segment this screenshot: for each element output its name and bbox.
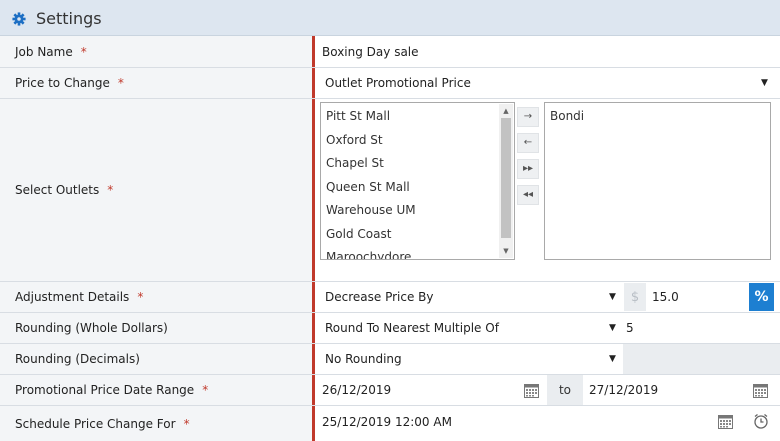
- date-from-input[interactable]: 26/12/2019: [322, 375, 391, 405]
- required-marker: *: [80, 44, 87, 59]
- move-left-button[interactable]: ←: [517, 133, 539, 153]
- date-range-separator: to: [547, 375, 583, 405]
- list-item[interactable]: Chapel St: [326, 156, 384, 170]
- move-right-button[interactable]: →: [517, 107, 539, 127]
- chevron-down-icon: ▼: [609, 354, 616, 364]
- rounding-whole-label: Rounding (Whole Dollars): [0, 313, 315, 343]
- schedule-label: Schedule Price Change For *: [0, 406, 315, 441]
- gear-icon: [12, 12, 26, 26]
- list-item[interactable]: Oxford St: [326, 133, 383, 147]
- calendar-icon[interactable]: [524, 383, 539, 398]
- list-item[interactable]: Queen St Mall: [326, 180, 410, 194]
- required-marker: *: [107, 183, 114, 197]
- clock-icon[interactable]: [753, 413, 769, 429]
- move-all-left-button[interactable]: ◂◂: [517, 185, 539, 205]
- rounding-decimals-label: Rounding (Decimals): [0, 344, 315, 374]
- date-range-label: Promotional Price Date Range *: [0, 375, 315, 405]
- rounding-decimals-select[interactable]: No Rounding ▼: [318, 344, 623, 374]
- schedule-row: Schedule Price Change For * 25/12/2019 12…: [0, 406, 780, 441]
- adjustment-amount-input[interactable]: 15.0: [652, 282, 679, 312]
- schedule-datetime-input[interactable]: 25/12/2019 12:00 AM: [322, 406, 452, 437]
- select-outlets-row: Select Outlets * Pitt St Mall Oxford St C…: [0, 99, 780, 282]
- adjustment-details-row: Adjustment Details * Decrease Price By ▼ …: [0, 282, 780, 313]
- disabled-field: [623, 344, 780, 374]
- currency-addon[interactable]: $: [624, 283, 646, 311]
- rounding-whole-select[interactable]: Round To Nearest Multiple Of ▼: [318, 313, 623, 343]
- select-outlets-label: Select Outlets *: [0, 99, 315, 281]
- chevron-down-icon: ▼: [609, 323, 616, 333]
- rounding-whole-row: Rounding (Whole Dollars) Round To Neares…: [0, 313, 780, 344]
- adjustment-mode-select[interactable]: Decrease Price By ▼: [318, 282, 623, 312]
- job-name-label: Job Name *: [0, 36, 315, 67]
- list-item[interactable]: Gold Coast: [326, 227, 391, 241]
- list-scrollbar[interactable]: ▲ ▼: [499, 104, 513, 258]
- chevron-down-icon: ▼: [609, 292, 616, 302]
- date-range-row: Promotional Price Date Range * 26/12/2019…: [0, 375, 780, 406]
- list-item[interactable]: Warehouse UM: [326, 203, 416, 217]
- rounding-multiple-input[interactable]: 5: [626, 313, 634, 343]
- price-to-change-select[interactable]: Outlet Promotional Price ▼: [318, 68, 778, 98]
- date-to-input[interactable]: 27/12/2019: [589, 375, 658, 405]
- price-to-change-row: Price to Change * Outlet Promotional Pric…: [0, 68, 780, 99]
- required-marker: *: [137, 290, 144, 304]
- available-outlets-list[interactable]: Pitt St Mall Oxford St Chapel St Queen S…: [320, 102, 515, 260]
- job-name-row: Job Name * Boxing Day sale: [0, 36, 780, 68]
- chevron-down-icon: ▼: [761, 78, 768, 88]
- calendar-icon[interactable]: [718, 414, 733, 429]
- rounding-decimals-row: Rounding (Decimals) No Rounding ▼: [0, 344, 780, 375]
- adjustment-details-label: Adjustment Details *: [0, 282, 315, 312]
- scroll-down-icon[interactable]: ▼: [499, 244, 513, 258]
- job-name-input[interactable]: Boxing Day sale: [322, 36, 419, 67]
- required-marker: *: [183, 416, 190, 431]
- settings-header: Settings: [0, 0, 780, 36]
- page-title: Settings: [36, 9, 102, 28]
- calendar-icon[interactable]: [753, 383, 768, 398]
- scroll-thumb[interactable]: [501, 118, 511, 238]
- list-item[interactable]: Pitt St Mall: [326, 109, 390, 123]
- required-marker: *: [202, 383, 209, 397]
- scroll-up-icon[interactable]: ▲: [499, 104, 513, 118]
- selected-outlets-list[interactable]: Bondi: [544, 102, 771, 260]
- list-item[interactable]: Bondi: [550, 109, 584, 123]
- required-marker: *: [117, 76, 124, 90]
- price-to-change-label: Price to Change *: [0, 68, 315, 98]
- move-all-right-button[interactable]: ▸▸: [517, 159, 539, 179]
- list-item[interactable]: Maroochydore: [326, 250, 411, 259]
- percent-toggle-button[interactable]: %: [749, 283, 774, 311]
